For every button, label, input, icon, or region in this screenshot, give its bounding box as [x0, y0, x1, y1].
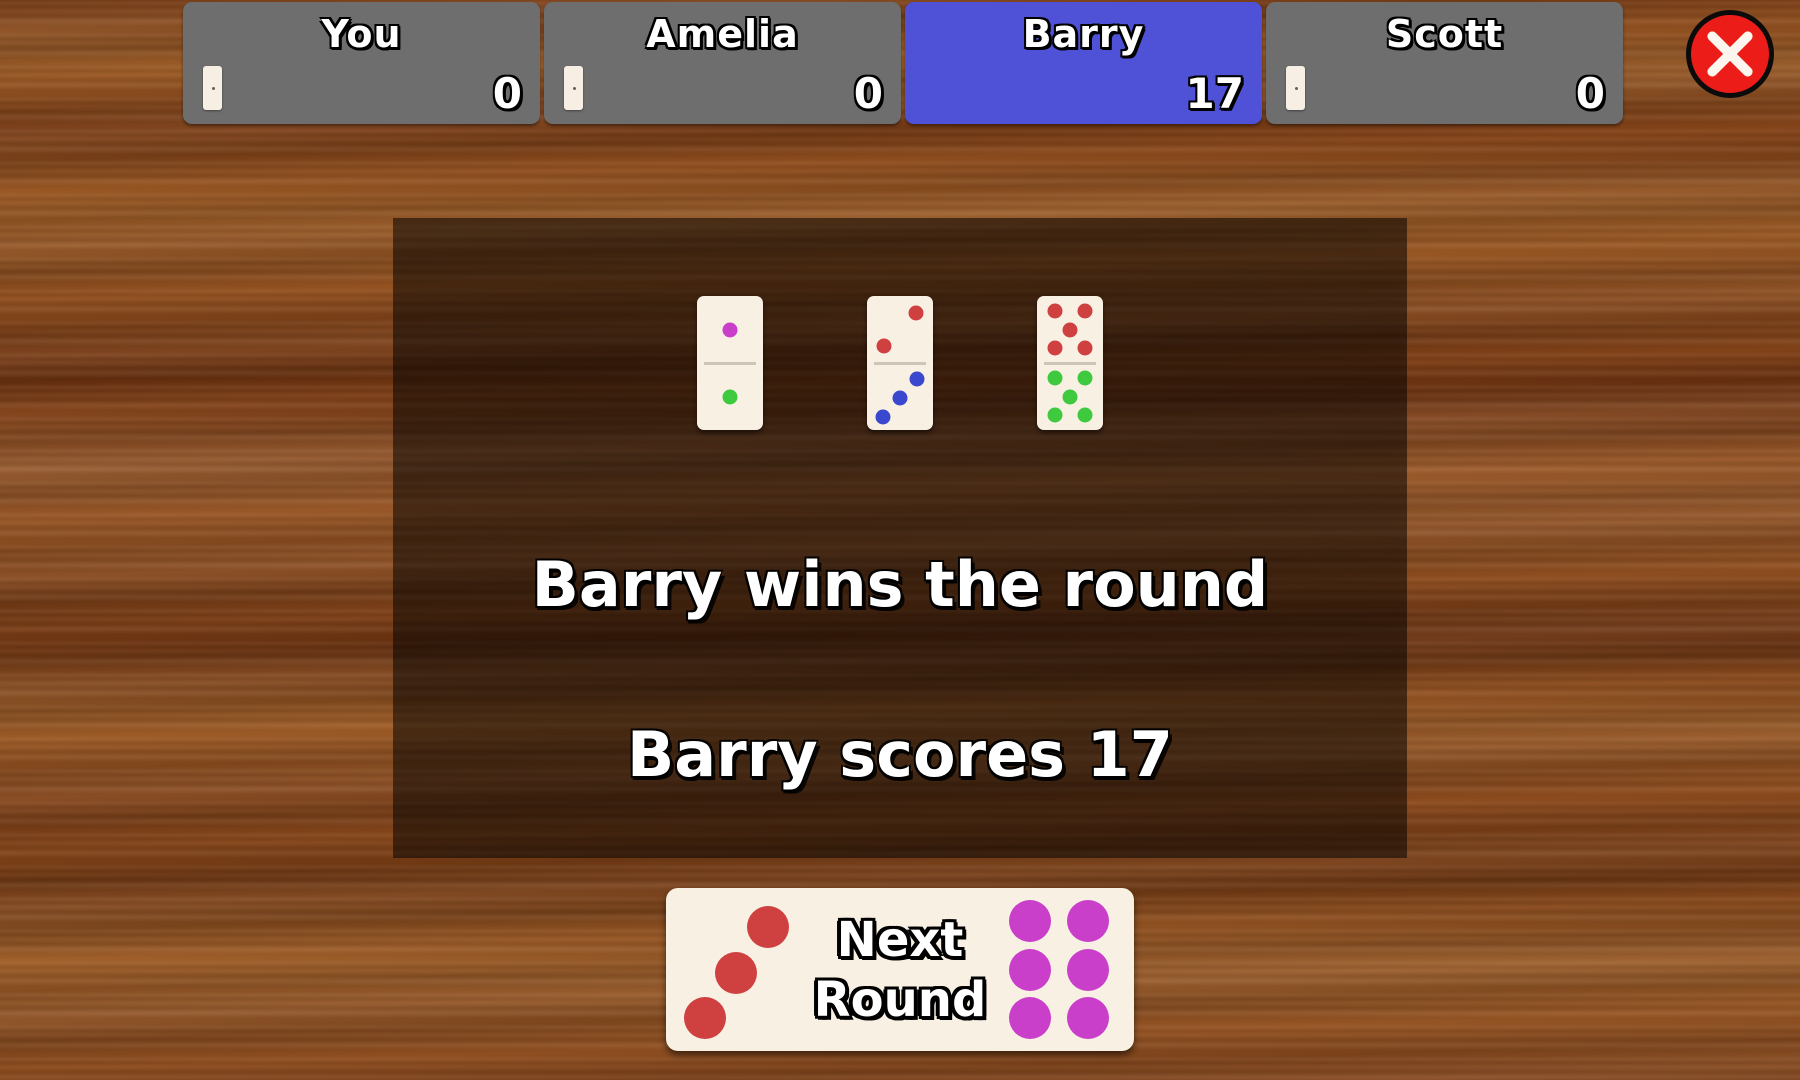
domino-pip — [1077, 340, 1093, 356]
winning-dominoes — [393, 296, 1407, 430]
next-round-label-line2: Round — [813, 972, 987, 1028]
domino-1-1 — [697, 296, 763, 430]
next-round-button[interactable]: Next Round — [666, 888, 1134, 1051]
close-button[interactable] — [1686, 10, 1774, 98]
player-name: Scott — [1385, 12, 1504, 56]
domino-half-bottom — [697, 363, 763, 430]
player-panel-barry[interactable]: Barry 17 — [905, 2, 1262, 124]
domino-half-bottom — [867, 363, 933, 430]
domino-pip — [1077, 407, 1093, 423]
scoreboard: You 0 Amelia 0 Barry 17 Scott 0 — [183, 2, 1623, 124]
domino-pip — [1047, 407, 1063, 423]
round-score-text: Barry scores 17 — [627, 718, 1173, 791]
player-score: 0 — [1575, 69, 1605, 118]
round-winner-text: Barry wins the round — [531, 548, 1269, 621]
domino-pip — [876, 338, 892, 354]
domino-half-top — [867, 296, 933, 363]
next-round-button-label: Next Round — [666, 910, 1134, 1030]
domino-pip — [1077, 303, 1093, 319]
domino-pip — [909, 371, 925, 387]
domino-pip — [722, 322, 738, 337]
domino-pip — [908, 305, 924, 321]
domino-pip — [1047, 370, 1063, 386]
domino-pip — [1077, 370, 1093, 386]
player-name: You — [321, 12, 402, 56]
player-panel-amelia[interactable]: Amelia 0 — [544, 2, 901, 124]
domino-tile-icon — [203, 66, 222, 110]
domino-pip — [875, 409, 891, 425]
domino-half-bottom — [1037, 363, 1103, 430]
player-score: 17 — [1185, 69, 1244, 118]
domino-pip — [722, 389, 738, 404]
domino-tile-icon — [564, 66, 583, 110]
domino-pip — [1047, 340, 1063, 356]
player-score: 0 — [853, 69, 883, 118]
player-name: Amelia — [646, 12, 799, 56]
close-x-icon — [1707, 31, 1753, 77]
domino-half-top — [697, 296, 763, 363]
domino-pip — [1062, 322, 1078, 337]
domino-pip — [892, 390, 908, 406]
domino-tile-icon — [1286, 66, 1305, 110]
domino-5-5 — [1037, 296, 1103, 430]
player-score: 0 — [492, 69, 522, 118]
domino-2-3 — [867, 296, 933, 430]
player-panel-scott[interactable]: Scott 0 — [1266, 2, 1623, 124]
domino-pip — [1047, 303, 1063, 319]
domino-half-top — [1037, 296, 1103, 363]
round-result-panel: Barry wins the round Barry scores 17 — [393, 218, 1407, 858]
domino-pip — [1062, 389, 1078, 404]
player-panel-you[interactable]: You 0 — [183, 2, 540, 124]
next-round-label-line1: Next — [836, 912, 964, 968]
player-name: Barry — [1022, 12, 1145, 56]
